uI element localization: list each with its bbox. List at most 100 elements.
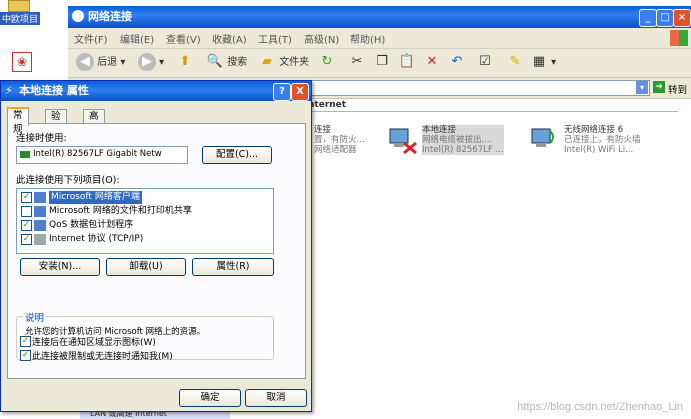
checklist-icon: ☑ [479,54,491,69]
paste-icon: 📋 [398,54,416,69]
qos-icon [34,220,46,231]
tab-advanced[interactable]: 高级 [83,109,105,136]
up-folder-button[interactable]: ⬆ [176,53,194,73]
forward-button[interactable]: ▶ ▾ [138,53,164,73]
tab-general[interactable]: 常规 [7,107,29,135]
dialog-titlebar[interactable]: ⚡ 本地连接 属性 ? X [1,81,311,101]
dialog-close-button[interactable]: X [291,83,309,101]
properties-button[interactable]: 属性(R) [192,258,274,276]
list-item[interactable]: Microsoft 网络的文件和打印机共享 [21,205,261,218]
forward-arrow-icon: ▶ [138,53,156,71]
connection-item-local[interactable]: 本地连接 网络电缆被拔出,... Intel(R) 82567LF ... [388,125,538,165]
sync-icon: ↻ [321,54,333,69]
properties-tool-button[interactable]: ☑ [476,53,494,73]
back-arrow-icon: ◀ [76,53,94,71]
search-icon: 🔍 [206,54,224,69]
file-share-icon [34,206,46,217]
show-icon-label[interactable]: 连接后在通知区域显示图标(W) [32,335,156,348]
uninstall-button[interactable]: 卸载(U) [106,258,186,276]
menu-favorites[interactable]: 收藏(A) [212,31,247,46]
menu-tools[interactable]: 工具(T) [258,31,292,46]
tab-authentication[interactable]: 验证 [45,109,67,136]
conn-device: 网络适配器 [314,145,357,155]
notify-label[interactable]: 此连接被限制或无连接时通知我(M) [32,349,173,362]
adapter-name: Intel(R) 82567LF Gigabit Netw [33,149,162,159]
favorites-tool-button[interactable]: ✎ [506,53,524,73]
menu-view[interactable]: 查看(V) [166,31,201,46]
conn-status: 已连接上，有防火墙 [564,135,641,145]
item-checkbox[interactable] [21,206,32,217]
protocol-icon [34,234,46,245]
conn-device: Intel(R) WiFi Li... [564,145,634,155]
adapter-field: Intel(R) 82567LF Gigabit Netw [16,146,188,164]
views-icon: ▦ [532,54,546,69]
item-label: Internet 协议 (TCP/IP) [49,234,144,244]
conn-device: Intel(R) 82567LF ... [422,145,504,155]
conn-name: 本地连接 [422,125,457,135]
description-legend: 说明 [23,310,47,324]
go-arrow-icon[interactable]: ➔ [653,81,665,93]
list-item[interactable]: ✓ Internet 协议 (TCP/IP) [21,233,261,246]
notify-checkbox[interactable]: ✓ [20,350,31,361]
search-label: 搜索 [227,57,248,68]
window-titlebar[interactable]: 网络连接 _ □ × [68,6,691,28]
search-button[interactable]: 🔍 搜索 [206,53,247,73]
undo-icon: ↶ [451,54,463,69]
delete-x-icon: ✕ [426,54,438,69]
install-button[interactable]: 安装(N)... [20,258,100,276]
minimize-button[interactable]: _ [639,9,657,27]
menu-file[interactable]: 文件(F) [74,31,108,46]
menu-advanced[interactable]: 高级(N) [304,31,339,46]
connection-item-wireless[interactable]: 无线网络连接 6 已连接上，有防火墙 Intel(R) WiFi Li... [530,125,680,165]
network-client-icon [34,192,46,203]
help-button[interactable]: ? [273,83,291,101]
paste-button[interactable]: 📋 [398,53,416,73]
sync-button[interactable]: ↻ [318,53,336,73]
item-checkbox[interactable]: ✓ [21,192,32,203]
window-title: 网络连接 [88,10,132,23]
item-label: Microsoft 网络客户端 [49,191,142,204]
cut-button[interactable]: ✂ [348,53,366,73]
copy-button[interactable]: ❐ [373,53,391,73]
copy-icon: ❐ [376,54,388,69]
folders-button[interactable]: ▰ 文件夹 [258,53,309,73]
close-button[interactable]: × [673,9,691,27]
red-app-icon[interactable]: ❀ [12,52,32,72]
item-checkbox[interactable]: ✓ [21,234,32,245]
cancel-button[interactable]: 取消 [245,389,307,407]
item-label: Microsoft 网络的文件和打印机共享 [49,206,192,216]
up-folder-icon: ⬆ [179,54,191,69]
maximize-button[interactable]: □ [656,9,674,27]
components-list[interactable]: ✓ Microsoft 网络客户端 Microsoft 网络的文件和打印机共享 … [16,188,274,254]
conn-status: 网络电缆被拔出,... [422,135,493,145]
item-checkbox[interactable]: ✓ [21,220,32,231]
folder-icon[interactable] [8,0,30,12]
folders-label: 文件夹 [279,57,310,68]
network-adapter-icon [20,151,30,158]
menu-bar: 文件(F) 编辑(E) 查看(V) 收藏(A) 工具(T) 高级(N) 帮助(H… [68,28,691,49]
address-dropdown-icon[interactable]: ▾ [636,81,648,94]
go-label[interactable]: 转到 [668,82,687,96]
list-item[interactable]: ✓ Microsoft 网络客户端 [21,191,261,204]
desktop-icon-label[interactable]: 中欧项目 [0,12,41,25]
items-label: 此连接使用下列项目(O): [16,175,120,186]
back-label: 后退 [97,57,118,68]
show-icon-checkbox[interactable]: ✓ [20,336,31,347]
menu-edit[interactable]: 编辑(E) [120,31,154,46]
views-button[interactable]: ▦ ▾ [530,53,556,73]
back-button[interactable]: ◀ 后退 ▾ [76,53,125,73]
delete-button[interactable]: ✕ [423,53,441,73]
group-header-text: nternet [308,100,347,110]
tab-panel-general: 连接时使用: Intel(R) 82567LF Gigabit Netw 配置(… [7,123,306,379]
ok-button[interactable]: 确定 [179,389,241,407]
item-label: QoS 数据包计划程序 [49,220,134,230]
undo-button[interactable]: ↶ [448,53,466,73]
list-item[interactable]: ✓ QoS 数据包计划程序 [21,219,261,232]
conn-name: 连接 [314,125,332,135]
configure-button[interactable]: 配置(C)... [202,146,272,164]
menu-help[interactable]: 帮助(H) [350,31,385,46]
scissors-icon: ✂ [351,54,363,69]
folder-icon: ▰ [262,54,272,69]
windows-flag-icon [670,30,688,46]
address-field[interactable] [300,80,650,96]
